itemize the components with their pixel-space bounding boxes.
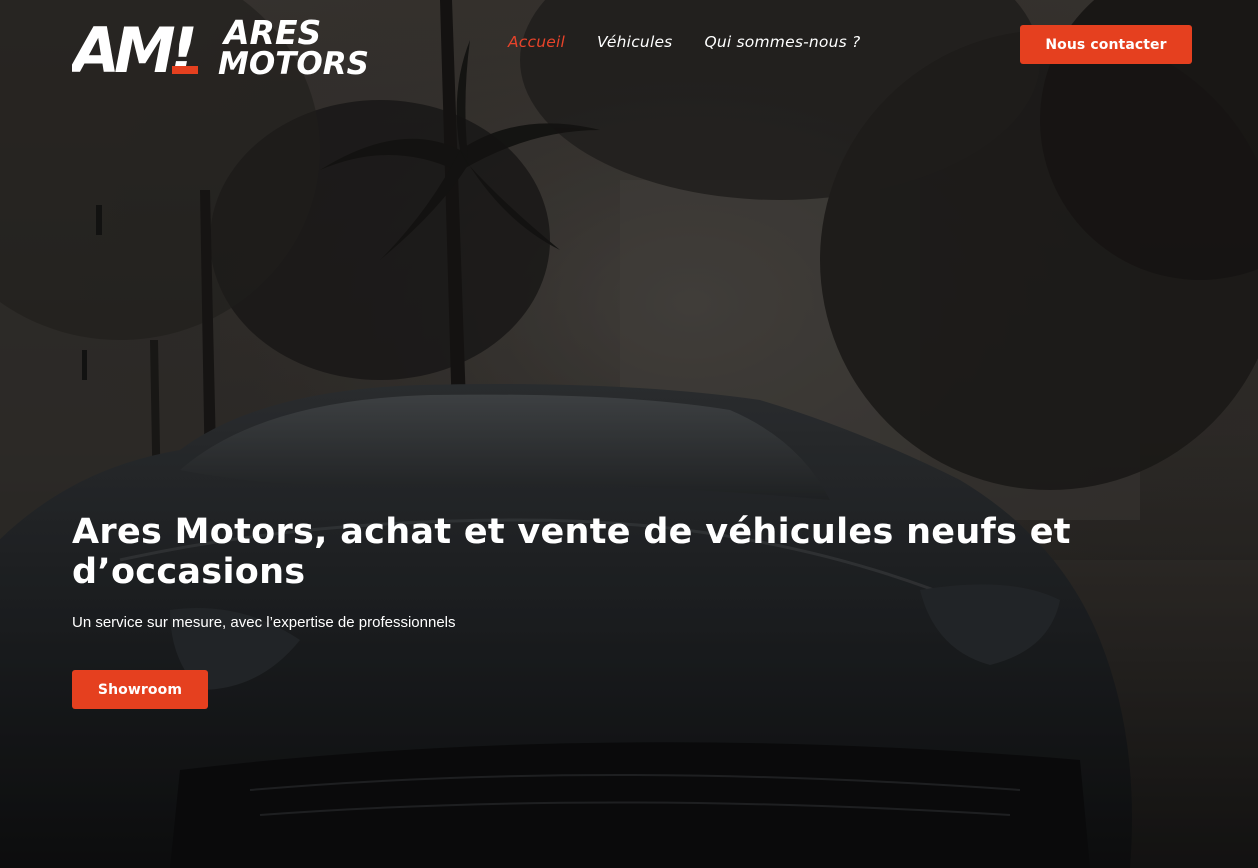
- hero-subtitle: Un service sur mesure, avec l’expertise …: [72, 614, 456, 631]
- hero-background-image: [0, 0, 1258, 868]
- nav-item-vehicules[interactable]: Véhicules: [597, 33, 672, 51]
- main-nav: Accueil Véhicules Qui sommes-nous ?: [508, 33, 860, 51]
- logo-line-motors: MOTORS: [218, 46, 369, 76]
- showroom-button[interactable]: Showroom: [72, 670, 208, 709]
- nav-item-qui-sommes-nous[interactable]: Qui sommes-nous ?: [704, 33, 860, 51]
- contact-button[interactable]: Nous contacter: [1020, 25, 1192, 64]
- nav-item-accueil[interactable]: Accueil: [508, 33, 565, 51]
- hero-title: Ares Motors, achat et vente de véhicules…: [72, 512, 1071, 592]
- brand-logo[interactable]: AM! ARES MOTORS: [72, 12, 372, 76]
